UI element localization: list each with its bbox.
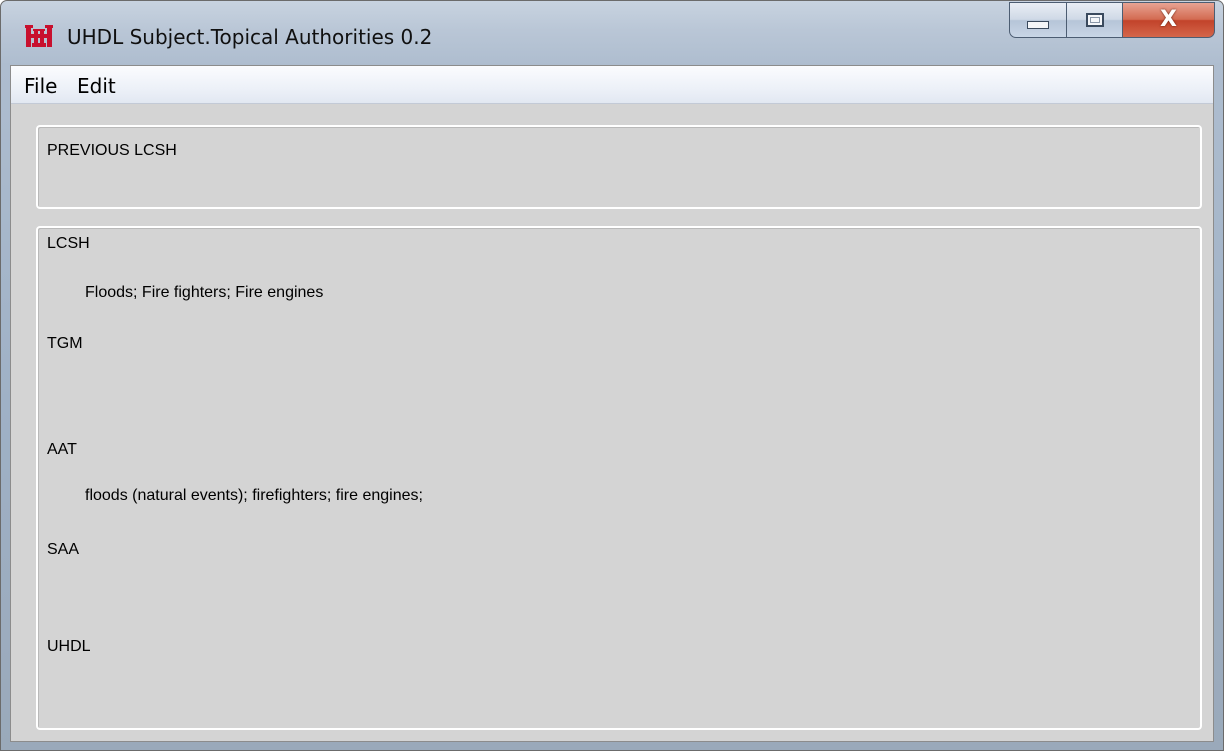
authorities-panel: LCSH Floods; Fire fighters; Fire engines… xyxy=(36,226,1202,730)
title-bar[interactable]: UHDL Subject.Topical Authorities 0.2 X xyxy=(1,1,1223,65)
close-button[interactable]: X xyxy=(1123,2,1215,38)
aat-value[interactable]: floods (natural events); firefighters; f… xyxy=(85,487,423,505)
client-area: File Edit PREVIOUS LCSH LCSH Floods; Fir… xyxy=(10,65,1214,742)
previous-lcsh-label: PREVIOUS LCSH xyxy=(47,142,177,159)
maximize-icon xyxy=(1085,13,1104,27)
lcsh-value[interactable]: Floods; Fire fighters; Fire engines xyxy=(85,284,323,302)
previous-lcsh-panel: PREVIOUS LCSH xyxy=(36,125,1202,209)
close-icon: X xyxy=(1160,7,1177,32)
app-window: UHDL Subject.Topical Authorities 0.2 X F… xyxy=(0,0,1224,751)
uhdl-label: UHDL xyxy=(47,638,91,655)
aat-label: AAT xyxy=(47,441,77,458)
maximize-button[interactable] xyxy=(1067,2,1123,38)
caption-buttons: X xyxy=(1009,2,1215,40)
minimize-icon xyxy=(1027,21,1049,29)
menu-bar: File Edit xyxy=(11,66,1213,104)
menu-edit[interactable]: Edit xyxy=(77,74,116,98)
saa-label: SAA xyxy=(47,541,80,558)
window-title: UHDL Subject.Topical Authorities 0.2 xyxy=(67,25,433,49)
minimize-button[interactable] xyxy=(1009,2,1067,38)
lcsh-label: LCSH xyxy=(47,235,90,252)
tgm-label: TGM xyxy=(47,335,83,352)
menu-file[interactable]: File xyxy=(24,74,57,98)
uh-logo-icon xyxy=(25,23,53,49)
